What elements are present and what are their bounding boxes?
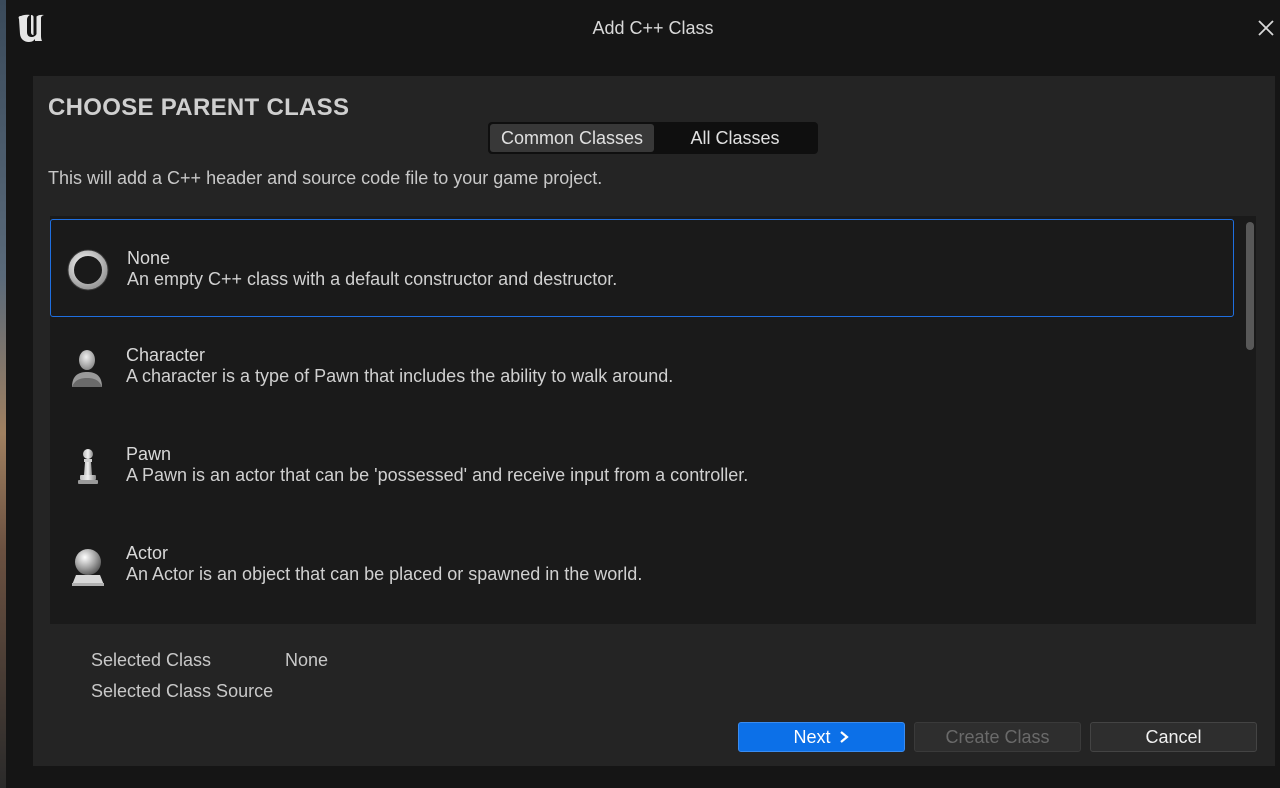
selected-class-source-label: Selected Class Source xyxy=(91,681,274,701)
cancel-button[interactable]: Cancel xyxy=(1090,722,1257,752)
parent-class-list: None An empty C++ class with a default c… xyxy=(50,216,1256,624)
class-name: Pawn xyxy=(126,444,172,464)
dialog-panel: CHOOSE PARENT CLASS Common Classes All C… xyxy=(33,76,1275,766)
class-name: None xyxy=(127,248,171,268)
class-row-actor[interactable]: Actor An Actor is an object that can be … xyxy=(50,515,1234,613)
class-description: An Actor is an object that can be placed… xyxy=(126,564,643,584)
next-button-label: Next xyxy=(793,727,831,747)
list-scrollbar[interactable] xyxy=(1246,222,1254,350)
add-cpp-class-dialog: Add C++ Class CHOOSE PARENT CLASS Common… xyxy=(6,0,1280,788)
class-name: Character xyxy=(126,345,206,365)
class-row-pawn[interactable]: Pawn A Pawn is an actor that can be 'pos… xyxy=(50,416,1234,514)
class-description: An empty C++ class with a default constr… xyxy=(127,269,618,289)
tab-common-classes[interactable]: Common Classes xyxy=(490,124,654,152)
window-title: Add C++ Class xyxy=(592,18,714,38)
pawn-icon xyxy=(78,449,98,484)
class-row-none[interactable]: None An empty C++ class with a default c… xyxy=(50,219,1234,317)
selected-class-value: None xyxy=(285,650,329,670)
dialog-description: This will add a C++ header and source co… xyxy=(48,168,603,188)
character-icon xyxy=(72,350,102,387)
selected-class-label: Selected Class xyxy=(91,650,212,670)
chevron-right-icon xyxy=(839,731,849,743)
sphere-icon xyxy=(72,549,104,586)
class-name: Actor xyxy=(126,543,169,563)
class-description: A Pawn is an actor that can be 'possesse… xyxy=(126,465,749,485)
ring-icon xyxy=(67,249,109,291)
tab-all-classes[interactable]: All Classes xyxy=(654,124,816,152)
create-class-button[interactable]: Create Class xyxy=(914,722,1081,752)
close-icon[interactable] xyxy=(1254,16,1278,40)
class-row-character[interactable]: Character A character is a type of Pawn … xyxy=(50,317,1234,415)
class-filter-tabs: Common Classes All Classes xyxy=(488,122,818,154)
title-bar[interactable]: Add C++ Class xyxy=(6,0,1280,58)
class-description: A character is a type of Pawn that inclu… xyxy=(126,366,674,386)
next-button[interactable]: Next xyxy=(738,722,905,752)
page-title: CHOOSE PARENT CLASS xyxy=(48,94,350,121)
